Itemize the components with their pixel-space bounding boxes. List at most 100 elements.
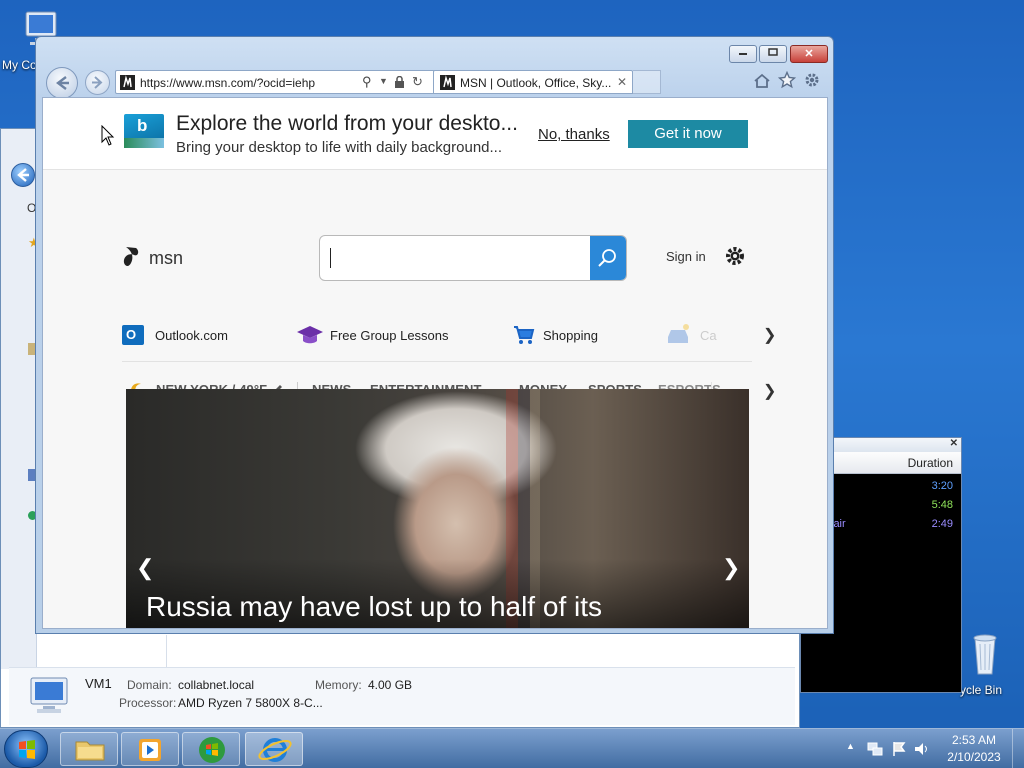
shortcut-label: Ca (700, 328, 717, 343)
shortcut-outlook[interactable]: O Outlook.com (122, 323, 282, 347)
dropdown-arrow-icon[interactable]: ▼ (379, 76, 388, 86)
banner-title: Explore the world from your deskto... (176, 112, 518, 135)
tab-close-button[interactable]: ✕ (617, 75, 627, 89)
media-player-close-button[interactable]: ✕ (950, 438, 958, 449)
clock-date[interactable]: 2/10/2023 (944, 750, 1004, 764)
tab-title: MSN | Outlook, Office, Sky... (460, 76, 612, 90)
desktop-icon-computer-label: My Co (2, 58, 37, 72)
divider (122, 361, 752, 362)
shortcut-cars[interactable]: Ca (664, 323, 724, 347)
show-hidden-icons-arrow-icon[interactable]: ▲ (846, 741, 855, 751)
lock-icon[interactable] (394, 76, 405, 89)
explorer-details-pane: VM1 Domain: collabnet.local Memory: 4.00… (9, 667, 795, 725)
memory-label: Memory: (315, 678, 362, 692)
restore-icon (768, 48, 778, 56)
folder-icon (75, 741, 105, 761)
playlist-item-duration: 2:49 (931, 518, 953, 530)
search-icon[interactable]: ⚲ (362, 74, 372, 90)
back-arrow-icon (56, 76, 69, 90)
start-button[interactable] (4, 730, 48, 768)
car-icon (668, 324, 689, 343)
memory-value: 4.00 GB (368, 678, 413, 692)
shortcut-bar: O Outlook.com Free Group Lessons Shoppin… (122, 323, 776, 347)
search-icon (598, 249, 616, 267)
shortcut-free-group-lessons[interactable]: Free Group Lessons (296, 323, 486, 347)
mouse-cursor-icon (101, 125, 115, 146)
playlist-item-duration: 3:20 (931, 480, 953, 492)
get-it-now-button[interactable]: Get it now (628, 120, 748, 148)
no-thanks-link[interactable]: No, thanks (538, 126, 610, 143)
processor-value: AMD Ryzen 7 5800X 8-C... (178, 696, 323, 710)
shortcut-label: Free Group Lessons (330, 328, 449, 343)
text-caret (330, 248, 331, 268)
recycle-bin-icon (973, 634, 997, 675)
desktop-icon-recycle-bin-label: ycle Bin (960, 683, 1003, 697)
forward-arrow-icon (92, 76, 103, 89)
msn-favicon (120, 75, 135, 90)
minimize-button[interactable] (729, 45, 757, 63)
refresh-icon[interactable]: ↻ (412, 74, 423, 90)
new-tab-button[interactable] (633, 70, 661, 94)
taskbar: ▲ 2:53 AM 2/10/2023 (0, 728, 1024, 768)
search-submit-button[interactable] (590, 236, 626, 280)
msn-butterfly-icon[interactable] (122, 245, 144, 271)
back-button[interactable] (46, 67, 78, 99)
bing-logo-icon: b (124, 114, 164, 148)
browser-window: ✕ https://www.msn.com/?ocid=iehp ⚲ ▼ ↻ M… (35, 36, 834, 634)
msn-logo-text[interactable]: msn (149, 248, 183, 269)
media-player-icon (139, 739, 161, 761)
action-center-flag-icon[interactable] (890, 740, 908, 758)
taskbar-windows-media-button[interactable] (182, 732, 240, 766)
explorer-divider (166, 635, 167, 669)
tools-gear-icon[interactable] (803, 71, 821, 89)
internet-explorer-icon (258, 738, 292, 762)
windows-orb-icon (199, 737, 225, 763)
shopping-cart-icon (514, 326, 535, 344)
outlook-icon: O (122, 325, 144, 345)
maximize-button[interactable] (759, 45, 787, 63)
shortcuts-next-chevron-icon[interactable]: ❯ (763, 325, 776, 345)
hero-headline[interactable]: Russia may have lost up to half of its (146, 591, 602, 623)
taskbar-explorer-button[interactable] (60, 732, 118, 766)
shortcut-label: Outlook.com (155, 328, 228, 343)
minimize-icon (739, 53, 747, 55)
computer-monitor-icon (30, 677, 68, 713)
explorer-navigation-pane: O ★ (1, 129, 40, 669)
domain-label: Domain: (127, 678, 172, 692)
settings-gear-icon[interactable] (724, 245, 746, 267)
msn-favicon (440, 75, 455, 90)
category-next-chevron-icon[interactable]: ❯ (763, 381, 776, 401)
computer-name: VM1 (85, 676, 112, 691)
hero-news-image[interactable]: ❮ ❯ Russia may have lost up to half of i… (126, 389, 749, 628)
domain-value: collabnet.local (178, 678, 255, 692)
forward-button[interactable] (85, 70, 110, 95)
taskbar-ie-button[interactable] (245, 732, 303, 766)
search-box[interactable] (319, 235, 627, 281)
show-desktop-button[interactable] (1012, 729, 1024, 768)
close-icon: ✕ (804, 48, 814, 60)
taskbar-media-player-button[interactable] (121, 732, 179, 766)
address-bar[interactable]: https://www.msn.com/?ocid=iehp ⚲ ▼ ↻ (115, 70, 435, 94)
shortcut-label: Shopping (543, 328, 598, 343)
promo-banner: b Explore the world from your deskto... … (43, 98, 827, 170)
playlist-item-duration: 5:48 (931, 499, 953, 511)
close-button[interactable]: ✕ (790, 45, 828, 63)
volume-speaker-icon[interactable] (913, 740, 931, 758)
carousel-prev-chevron-icon[interactable]: ❮ (136, 555, 154, 581)
banner-subtitle: Bring your desktop to life with daily ba… (176, 139, 503, 156)
address-url[interactable]: https://www.msn.com/?ocid=iehp (140, 76, 315, 90)
page-content: b Explore the world from your deskto... … (42, 97, 828, 629)
browser-tab[interactable]: MSN | Outlook, Office, Sky... ✕ (433, 70, 633, 94)
home-icon[interactable] (753, 72, 771, 90)
sign-in-link[interactable]: Sign in (666, 249, 706, 264)
network-icon[interactable] (866, 740, 884, 758)
duration-column-header[interactable]: Duration (908, 456, 953, 470)
shortcut-shopping[interactable]: Shopping (513, 323, 633, 347)
graduation-cap-icon (297, 326, 323, 344)
favorites-star-icon[interactable] (778, 71, 796, 89)
clock-time[interactable]: 2:53 AM (944, 733, 1004, 747)
back-arrow-icon[interactable] (11, 163, 35, 187)
carousel-next-chevron-icon[interactable]: ❯ (722, 555, 740, 581)
processor-label: Processor: (119, 696, 177, 710)
windows-logo-icon (19, 740, 35, 759)
